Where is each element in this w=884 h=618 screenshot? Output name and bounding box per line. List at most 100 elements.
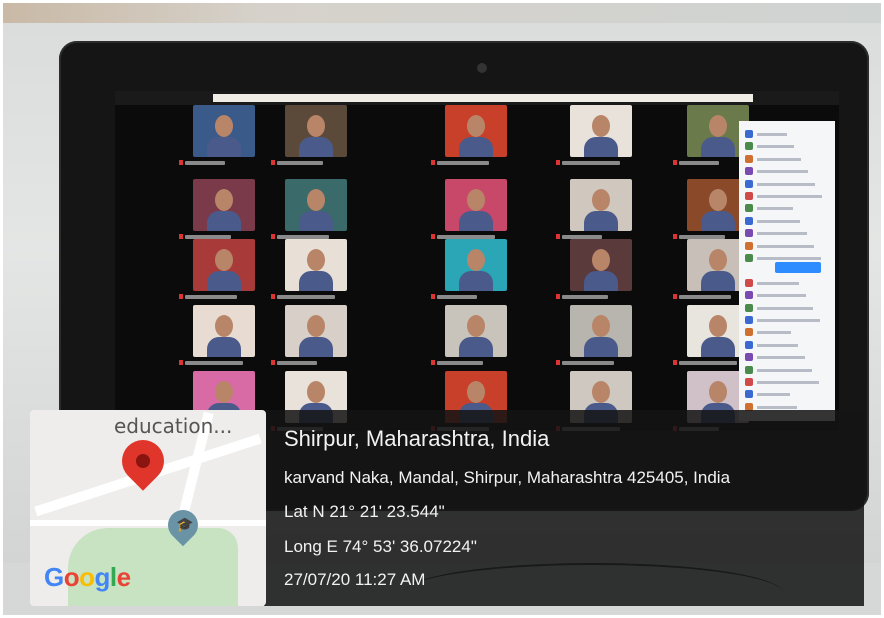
google-logo-letter: e: [116, 562, 131, 592]
participant-name-line: [757, 294, 806, 298]
participant-face: [592, 315, 610, 337]
participant-avatar-icon: [745, 278, 753, 287]
participant-body: [299, 211, 333, 231]
participant-name-caption: [431, 360, 483, 365]
participant-body: [459, 337, 493, 357]
participant-face: [307, 115, 325, 137]
participant-body: [584, 337, 618, 357]
participant-avatar-icon: [745, 167, 753, 176]
webcam-icon: [477, 63, 487, 73]
participant-video-tile: [285, 239, 347, 291]
wall: [3, 3, 881, 23]
participant-face: [592, 115, 610, 137]
participant-avatar-icon: [745, 130, 753, 138]
participant-name-caption: [179, 160, 225, 165]
participant-list-row: [745, 365, 829, 375]
participant-face: [215, 315, 233, 337]
participant-face: [215, 189, 233, 211]
participant-body: [584, 211, 618, 231]
participant-name-line: [757, 368, 812, 372]
participant-avatar-icon: [745, 353, 753, 362]
participant-name-caption: [556, 360, 614, 365]
participant-face: [709, 189, 727, 211]
participant-body: [584, 271, 618, 291]
participant-body: [299, 337, 333, 357]
participant-name-line: [757, 281, 799, 285]
participant-list-row: [745, 290, 829, 300]
participant-video-tile: [570, 305, 632, 357]
participant-body: [701, 211, 735, 231]
participant-video-tile: [285, 179, 347, 231]
participant-name-line: [757, 232, 807, 236]
participant-video-tile: [445, 239, 507, 291]
latitude-text: Lat N 21° 21' 23.544": [284, 502, 445, 521]
participant-avatar-icon: [745, 303, 753, 312]
participant-name-caption: [556, 160, 620, 165]
participant-list-row: [745, 352, 829, 362]
participant-face: [592, 189, 610, 211]
participant-name-line: [757, 157, 801, 161]
participant-avatar-icon: [745, 216, 753, 225]
participant-face: [709, 249, 727, 271]
participant-avatar-icon: [745, 340, 753, 349]
participant-avatar-icon: [745, 328, 753, 337]
participant-body: [207, 337, 241, 357]
participant-name-caption: [673, 360, 737, 365]
participant-avatar-icon: [745, 179, 753, 188]
participant-name-line: [757, 195, 822, 198]
participant-list-row: [745, 154, 829, 164]
participant-avatar-icon: [745, 229, 753, 238]
participant-name-caption: [673, 160, 719, 165]
participant-name-caption: [271, 360, 317, 365]
participant-name-caption: [556, 294, 608, 299]
panel-button: [775, 262, 821, 273]
google-logo-letter: o: [79, 562, 95, 592]
participant-avatar-icon: [745, 241, 753, 250]
participant-face: [467, 189, 485, 211]
participant-face: [709, 381, 727, 403]
participant-name-caption: [179, 294, 237, 299]
participant-face: [215, 381, 233, 403]
participant-avatar-icon: [745, 254, 753, 262]
participant-video-tile: [285, 305, 347, 357]
participant-body: [459, 137, 493, 157]
participant-avatar-icon: [745, 291, 753, 300]
participant-name-line: [757, 219, 800, 223]
participant-face: [307, 189, 325, 211]
map-road: [30, 520, 266, 526]
participant-list-row: [745, 303, 829, 313]
participant-video-tile: [445, 105, 507, 157]
participant-name-line: [757, 145, 794, 149]
graduation-cap-icon: 🎓: [176, 516, 194, 532]
participant-list-row: [745, 340, 829, 350]
participant-body: [584, 137, 618, 157]
participant-body: [701, 137, 735, 157]
participant-body: [207, 211, 241, 231]
participant-name-caption: [271, 294, 335, 299]
participant-video-tile: [445, 305, 507, 357]
participant-name-line: [757, 170, 808, 174]
google-logo-letter: l: [109, 562, 117, 592]
participant-body: [299, 137, 333, 157]
participant-video-tile: [570, 179, 632, 231]
video-call-screen: [115, 91, 839, 431]
participant-name-caption: [431, 160, 489, 165]
participant-list-row: [745, 241, 829, 251]
google-logo-letter: o: [63, 562, 80, 592]
participant-name-line: [757, 319, 820, 322]
participant-name-line: [757, 133, 787, 136]
participant-avatar-icon: [745, 365, 753, 374]
participant-avatar-icon: [745, 390, 753, 399]
participant-video-tile: [193, 179, 255, 231]
participant-name-line: [757, 331, 791, 335]
participant-face: [467, 381, 485, 403]
map-thumbnail: education... 🎓 Google: [30, 410, 266, 606]
participant-list-row: [745, 203, 829, 213]
participant-list-row: [745, 191, 829, 201]
participant-face: [307, 315, 325, 337]
participant-avatar-icon: [745, 204, 753, 213]
location-address: karvand Naka, Mandal, Shirpur, Maharasht…: [284, 468, 731, 487]
participant-face: [709, 115, 727, 137]
participant-name-caption: [271, 160, 323, 165]
participant-video-tile: [570, 105, 632, 157]
